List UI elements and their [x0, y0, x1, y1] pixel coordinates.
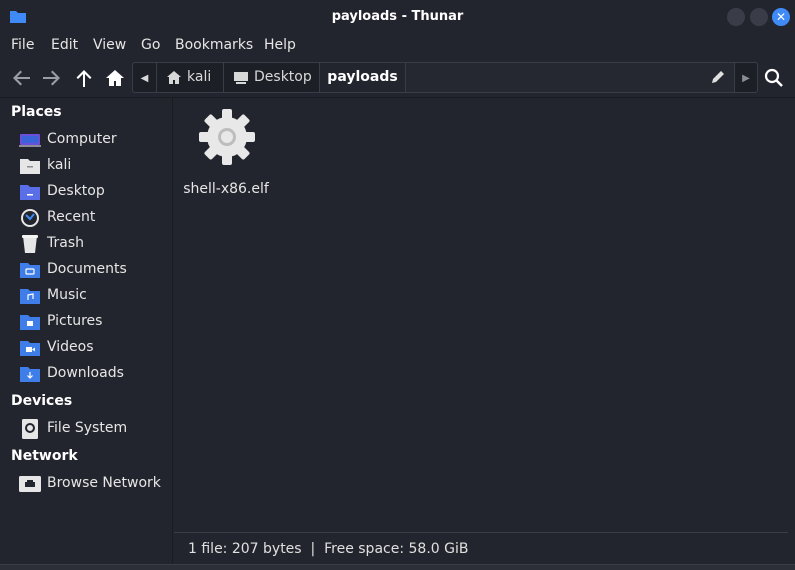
menu-help[interactable]: Help	[264, 37, 296, 53]
menu-bookmarks[interactable]: Bookmarks	[175, 37, 253, 53]
file-name: shell-x86.elf	[183, 181, 269, 197]
computer-icon	[19, 134, 41, 147]
back-arrow-icon[interactable]	[10, 67, 32, 89]
path-scroll-right[interactable]: ▶	[734, 63, 757, 92]
path-segment-desktop[interactable]: Desktop	[224, 63, 320, 92]
pencil-icon[interactable]	[710, 70, 725, 85]
sidebar-item-label: Browse Network	[47, 475, 161, 491]
menu-view[interactable]: View	[93, 37, 126, 53]
status-text: 1 file: 207 bytes | Free space: 58.0 GiB	[188, 541, 469, 557]
sidebar-item-music[interactable]: Music	[0, 283, 172, 309]
window-title: payloads - Thunar	[331, 9, 464, 24]
network-icon	[19, 476, 41, 492]
sidebar-item-file-system[interactable]: File System	[0, 416, 172, 442]
search-icon[interactable]	[764, 68, 784, 88]
recent-icon	[21, 209, 39, 227]
sidebar-item-label: File System	[47, 420, 128, 436]
network-heading: Network	[11, 448, 78, 464]
home-folder-icon	[20, 159, 40, 174]
downloads-folder-icon	[20, 367, 40, 382]
path-segment-payloads[interactable]: payloads	[320, 63, 406, 92]
pictures-folder-icon	[20, 315, 40, 330]
sidebar: Places Computer kali Desktop Recent Tras…	[0, 98, 173, 564]
sidebar-item-browse-network[interactable]: Browse Network	[0, 471, 172, 497]
documents-folder-icon	[20, 263, 40, 278]
close-icon: ✕	[775, 10, 787, 24]
music-folder-icon	[20, 289, 40, 304]
sidebar-item-downloads[interactable]: Downloads	[0, 361, 172, 387]
right-edge	[788, 98, 795, 564]
home-icon	[167, 71, 181, 84]
path-segment-label: kali	[187, 69, 212, 85]
status-bar: 1 file: 207 bytes | Free space: 58.0 GiB	[174, 532, 788, 564]
sidebar-item-recent[interactable]: Recent	[0, 205, 172, 231]
drive-icon	[22, 419, 38, 439]
sidebar-item-label: Downloads	[47, 365, 124, 381]
videos-folder-icon	[20, 341, 40, 356]
chevron-right-icon: ▶	[742, 73, 750, 84]
sidebar-item-pictures[interactable]: Pictures	[0, 309, 172, 335]
sidebar-item-label: Videos	[47, 339, 94, 355]
forward-arrow-icon[interactable]	[41, 67, 63, 89]
file-item[interactable]: shell-x86.elf	[181, 106, 271, 197]
sidebar-item-label: kali	[47, 157, 72, 173]
menu-go[interactable]: Go	[141, 37, 160, 53]
minimize-button[interactable]	[727, 8, 745, 26]
menu-file[interactable]: File	[11, 37, 34, 53]
sidebar-item-label: Computer	[47, 131, 117, 147]
sidebar-item-kali[interactable]: kali	[0, 153, 172, 179]
bottom-edge	[0, 564, 795, 570]
desktop-folder-icon	[20, 185, 40, 200]
sidebar-item-computer[interactable]: Computer	[0, 127, 172, 153]
desktop-icon	[234, 72, 248, 84]
path-bar: ◀ kali Desktop payloads ▶	[132, 62, 758, 93]
path-segment-label: payloads	[327, 69, 398, 85]
sidebar-item-desktop[interactable]: Desktop	[0, 179, 172, 205]
sidebar-item-documents[interactable]: Documents	[0, 257, 172, 283]
trash-icon	[22, 235, 38, 253]
home-icon[interactable]	[104, 67, 126, 89]
sidebar-item-videos[interactable]: Videos	[0, 335, 172, 361]
sidebar-item-label: Trash	[47, 235, 84, 251]
sidebar-item-label: Pictures	[47, 313, 103, 329]
sidebar-item-label: Documents	[47, 261, 127, 277]
devices-heading: Devices	[11, 393, 73, 409]
up-arrow-icon[interactable]	[73, 67, 95, 89]
menu-edit[interactable]: Edit	[51, 37, 78, 53]
places-heading: Places	[11, 104, 62, 120]
path-segment-kali[interactable]: kali	[157, 63, 224, 92]
executable-gear-icon	[199, 109, 255, 165]
chevron-left-icon: ◀	[140, 73, 149, 84]
close-button[interactable]: ✕	[772, 8, 790, 26]
sidebar-item-label: Music	[47, 287, 87, 303]
sidebar-item-trash[interactable]: Trash	[0, 231, 172, 257]
maximize-button[interactable]	[750, 8, 768, 26]
file-view[interactable]: shell-x86.elf	[174, 98, 788, 532]
path-segment-label: Desktop	[254, 69, 312, 85]
sidebar-item-label: Recent	[47, 209, 96, 225]
sidebar-item-label: Desktop	[47, 183, 105, 199]
menu-bar: File Edit View Go Bookmarks Help	[0, 34, 795, 58]
path-scroll-left[interactable]: ◀	[133, 63, 157, 92]
title-bar: payloads - Thunar ✕	[0, 0, 795, 34]
path-entry-area[interactable]	[406, 63, 734, 92]
